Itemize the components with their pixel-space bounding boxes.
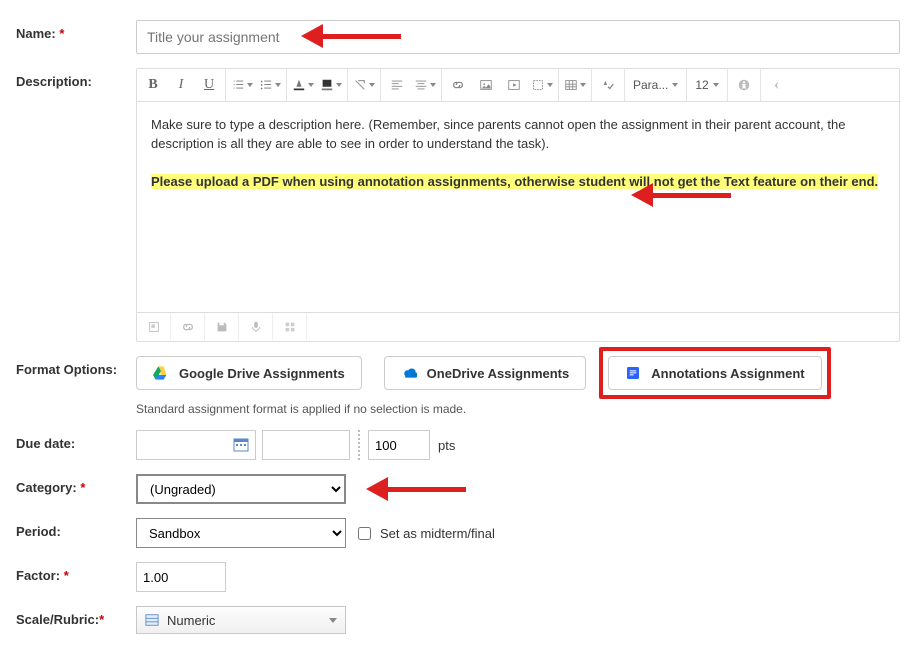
underline-button[interactable]: U: [197, 73, 221, 97]
insert-table-button[interactable]: [563, 73, 587, 97]
italic-button[interactable]: I: [169, 73, 193, 97]
text-color-icon: [292, 78, 306, 92]
table-icon: [564, 78, 578, 92]
factor-label: Factor: *: [16, 562, 136, 583]
link-icon: [181, 320, 195, 334]
insert-link-button[interactable]: [446, 73, 470, 97]
footer-save-button[interactable]: [205, 313, 239, 341]
due-time-input[interactable]: [262, 430, 350, 460]
description-highlight: Please upload a PDF when using annotatio…: [151, 174, 878, 189]
google-drive-button[interactable]: Google Drive Assignments: [136, 356, 362, 390]
special-char-icon: [531, 78, 545, 92]
onedrive-icon: [401, 365, 417, 381]
highlight-icon: [320, 78, 334, 92]
bold-button[interactable]: B: [141, 73, 165, 97]
clear-format-button[interactable]: [352, 73, 376, 97]
midterm-final-checkbox-label[interactable]: Set as midterm/final: [354, 524, 495, 543]
background-color-button[interactable]: [319, 73, 343, 97]
rich-text-editor: B I U: [136, 68, 900, 342]
spellcheck-button[interactable]: [596, 73, 620, 97]
annotations-button[interactable]: Annotations Assignment: [608, 356, 821, 390]
editor-footer-tabs: [137, 312, 899, 341]
spellcheck-icon: [601, 78, 615, 92]
name-label: Name: *: [16, 20, 136, 41]
insert-special-button[interactable]: [530, 73, 554, 97]
required-asterisk: *: [99, 612, 104, 627]
footer-mic-button[interactable]: [239, 313, 273, 341]
midterm-final-text: Set as midterm/final: [380, 526, 495, 541]
insert-image-button[interactable]: [474, 73, 498, 97]
ordered-list-button[interactable]: [230, 73, 254, 97]
list-ol-icon: [231, 78, 245, 92]
calendar-icon: [233, 437, 249, 453]
category-label: Category: *: [16, 474, 136, 495]
numeric-scale-icon: [145, 613, 159, 627]
microphone-icon: [249, 320, 263, 334]
accessibility-icon: [737, 78, 751, 92]
toolbar-collapse-button[interactable]: ‹: [765, 73, 789, 97]
description-paragraph: Make sure to type a description here. (R…: [151, 116, 885, 154]
editor-content[interactable]: Make sure to type a description here. (R…: [137, 102, 899, 312]
scale-rubric-value: Numeric: [167, 613, 215, 628]
required-asterisk: *: [64, 568, 69, 583]
description-label: Description:: [16, 68, 136, 89]
align-left-icon: [390, 78, 404, 92]
text-color-button[interactable]: [291, 73, 315, 97]
align-more-button[interactable]: [413, 73, 437, 97]
insert-media-button[interactable]: [502, 73, 526, 97]
google-drive-icon: [153, 365, 169, 381]
paragraph-format-select[interactable]: Para...: [629, 73, 682, 97]
unordered-list-button[interactable]: [258, 73, 282, 97]
image-icon: [479, 78, 493, 92]
assignment-name-input[interactable]: [136, 20, 900, 54]
accessibility-button[interactable]: [732, 73, 756, 97]
divider: [358, 430, 360, 460]
midterm-final-checkbox[interactable]: [358, 527, 371, 540]
due-date-label: Due date:: [16, 430, 136, 451]
list-ul-icon: [259, 78, 273, 92]
arrow-annotation: [366, 477, 466, 501]
media-icon: [507, 78, 521, 92]
points-label: pts: [438, 438, 455, 453]
format-options-label: Format Options:: [16, 356, 136, 377]
annotations-highlight-box: Annotations Assignment: [599, 347, 830, 399]
footer-link-button[interactable]: [171, 313, 205, 341]
attachment-icon: [147, 320, 161, 334]
required-asterisk: *: [59, 26, 64, 41]
clear-format-icon: [353, 78, 367, 92]
footer-attachment-button[interactable]: [137, 313, 171, 341]
period-label: Period:: [16, 518, 136, 539]
footer-source-button[interactable]: [273, 313, 307, 341]
category-select[interactable]: (Ungraded): [136, 474, 346, 504]
required-asterisk: *: [80, 480, 85, 495]
due-date-picker[interactable]: [136, 430, 256, 460]
align-left-button[interactable]: [385, 73, 409, 97]
grid-icon: [283, 320, 297, 334]
annotations-icon: [625, 365, 641, 381]
period-select[interactable]: Sandbox: [136, 518, 346, 548]
onedrive-button[interactable]: OneDrive Assignments: [384, 356, 587, 390]
points-input[interactable]: [368, 430, 430, 460]
font-size-select[interactable]: 12: [691, 73, 722, 97]
link-icon: [451, 78, 465, 92]
editor-toolbar: B I U: [137, 69, 899, 102]
scale-rubric-select[interactable]: Numeric: [136, 606, 346, 634]
save-icon: [215, 320, 229, 334]
factor-input[interactable]: [136, 562, 226, 592]
align-icon: [414, 78, 428, 92]
format-hint-text: Standard assignment format is applied if…: [136, 402, 904, 416]
